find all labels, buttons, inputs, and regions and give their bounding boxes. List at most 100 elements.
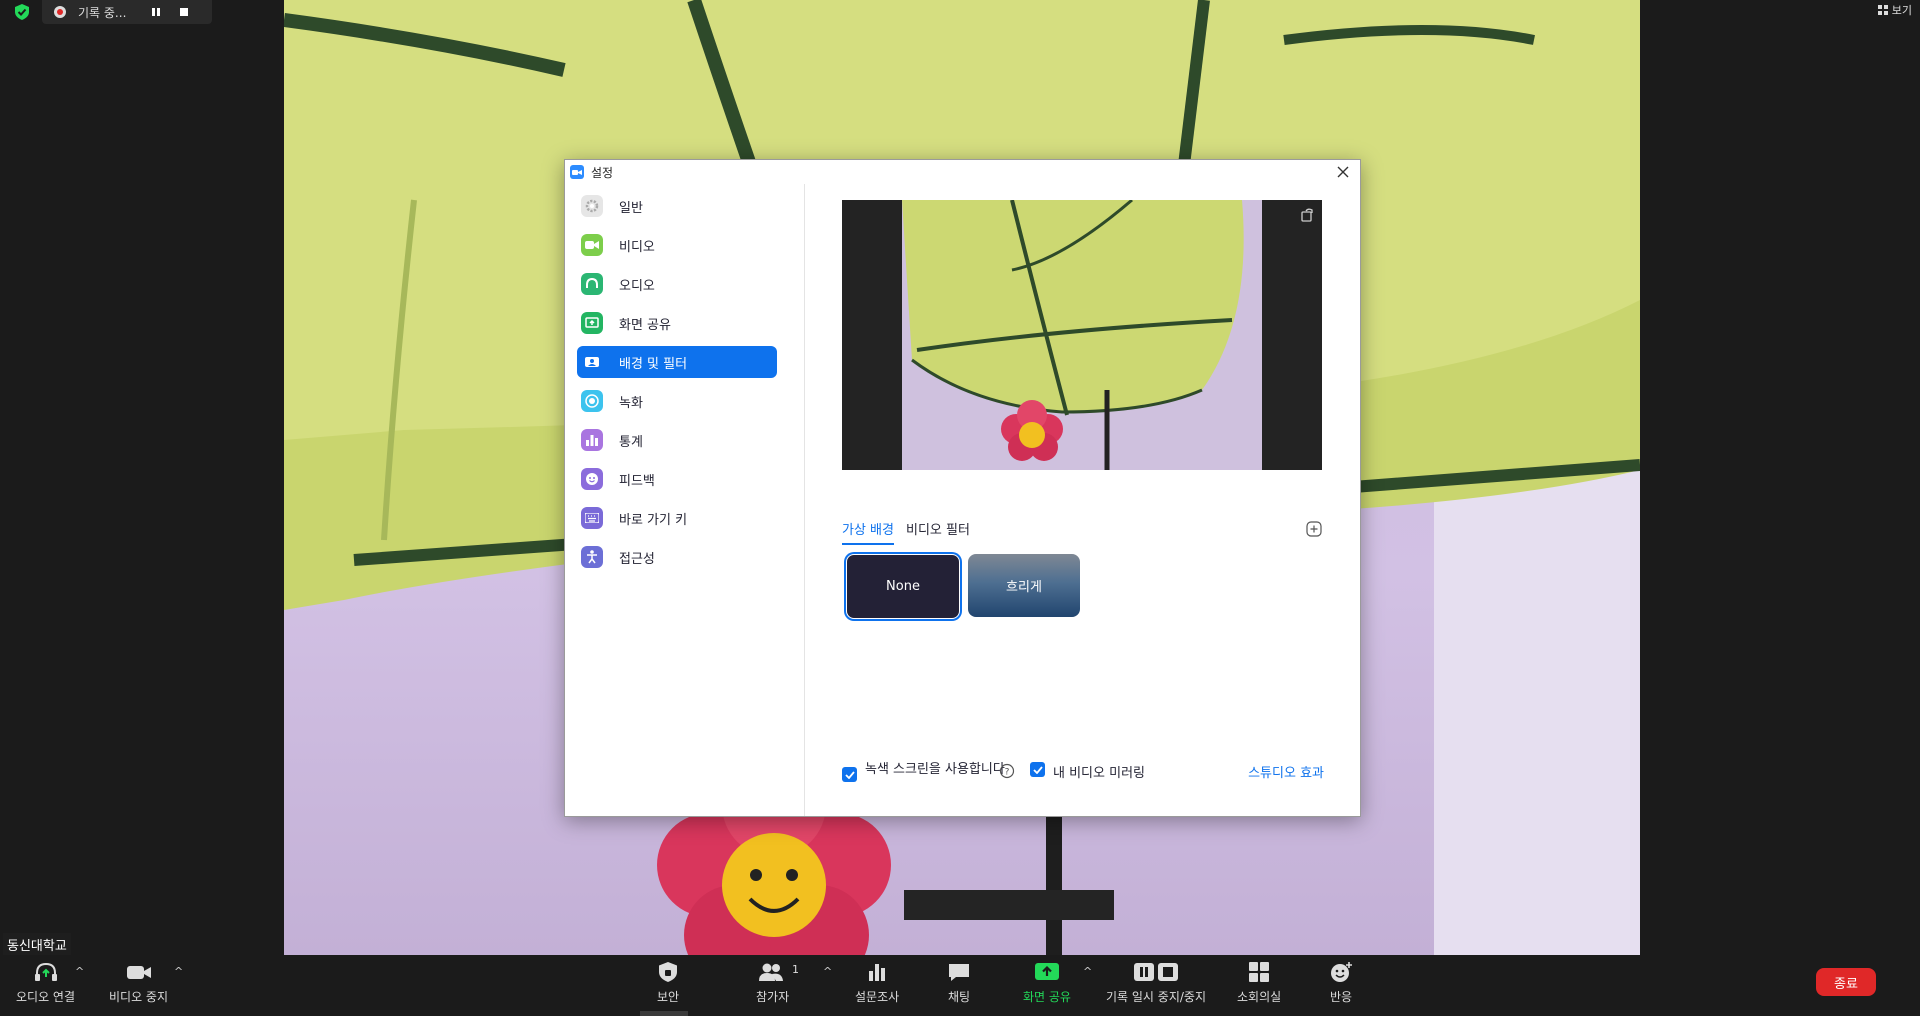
background-none-label: None bbox=[886, 579, 920, 594]
record-label: 기록 일시 중지/중지 bbox=[1106, 990, 1206, 1004]
nav-share-screen[interactable]: 화면 공유 bbox=[577, 307, 777, 339]
camera-icon bbox=[126, 966, 151, 979]
participants-label: 참가자 bbox=[756, 990, 790, 1004]
close-icon bbox=[1337, 166, 1349, 178]
nav-label: 통계 bbox=[619, 434, 643, 450]
background-tabs: 가상 배경 비디오 필터 bbox=[842, 519, 970, 545]
share-options-caret[interactable]: ^ bbox=[1083, 965, 1092, 978]
nav-feedback[interactable]: 피드백 bbox=[577, 463, 777, 495]
participant-name-tag: 동신대학교 bbox=[3, 933, 71, 956]
nav-background-filters[interactable]: 배경 및 필터 bbox=[577, 346, 777, 378]
zoom-app-icon bbox=[570, 165, 584, 179]
background-icon bbox=[581, 351, 603, 373]
participants-icon bbox=[758, 963, 783, 981]
nav-label: 녹화 bbox=[619, 395, 643, 411]
close-button[interactable] bbox=[1334, 163, 1352, 181]
record-icon bbox=[581, 390, 603, 412]
nav-recording[interactable]: 녹화 bbox=[577, 385, 777, 417]
security-label: 보안 bbox=[657, 990, 680, 1004]
nav-general[interactable]: 일반 bbox=[577, 190, 777, 222]
keyboard-icon bbox=[581, 507, 603, 529]
nav-video[interactable]: 비디오 bbox=[577, 229, 777, 261]
accessibility-icon bbox=[581, 546, 603, 568]
studio-effects-link[interactable]: 스튜디오 효과 bbox=[1248, 762, 1324, 781]
gear-icon bbox=[581, 195, 603, 217]
grid-view-icon bbox=[1877, 5, 1888, 15]
toolbar-drag-handle bbox=[640, 1011, 688, 1016]
meeting-toolbar: 오디오 연결 ^ 비디오 중지 ^ 보안 참가자 1 ^ 설문조사 채팅 화면 … bbox=[0, 955, 1920, 1016]
record-pause-stop-button[interactable]: 기록 일시 중지/중지 bbox=[1106, 961, 1206, 1005]
stop-icon bbox=[180, 8, 188, 16]
mirror-video-option: 내 비디오 미러링 bbox=[1030, 762, 1145, 781]
smile-icon bbox=[581, 468, 603, 490]
nav-label: 일반 bbox=[619, 200, 643, 216]
reaction-smile-icon bbox=[1331, 962, 1352, 982]
pause-icon bbox=[152, 8, 160, 16]
green-screen-checkbox[interactable] bbox=[842, 767, 857, 782]
recording-label: 기록 중... bbox=[78, 5, 127, 20]
add-background-icon[interactable] bbox=[1306, 521, 1322, 537]
video-label: 비디오 중지 bbox=[109, 990, 169, 1004]
reactions-label: 반응 bbox=[1329, 990, 1353, 1004]
recording-status-bar: 기록 중... bbox=[42, 0, 212, 24]
help-icon[interactable]: ? bbox=[999, 763, 1015, 779]
headphones-icon bbox=[581, 273, 603, 295]
background-blur[interactable]: 흐리게 bbox=[968, 554, 1080, 617]
headphones-icon bbox=[34, 962, 57, 981]
view-button[interactable]: 보기 bbox=[1877, 2, 1912, 18]
nav-label: 오디오 bbox=[619, 278, 655, 294]
video-gutter-right bbox=[1640, 0, 1920, 955]
end-meeting-button[interactable]: 종료 bbox=[1816, 968, 1876, 996]
participants-button[interactable]: 참가자 bbox=[756, 961, 789, 1005]
green-screen-label: 녹색 스크린을 사용합니다 bbox=[865, 762, 1005, 777]
nav-label: 피드백 bbox=[619, 473, 655, 489]
bar-chart-icon bbox=[869, 964, 886, 981]
mirror-video-label: 내 비디오 미러링 bbox=[1053, 766, 1145, 781]
breakout-rooms-label: 소회의실 bbox=[1237, 990, 1282, 1004]
video-button[interactable]: 비디오 중지 bbox=[109, 961, 168, 1005]
share-screen-button[interactable]: 화면 공유 bbox=[1023, 961, 1071, 1005]
dialog-titlebar: 설정 bbox=[565, 160, 1360, 184]
audio-button[interactable]: 오디오 연결 bbox=[16, 961, 75, 1005]
nav-label: 비디오 bbox=[619, 239, 655, 255]
nav-label: 배경 및 필터 bbox=[619, 356, 688, 372]
view-label: 보기 bbox=[1891, 4, 1912, 17]
nav-label: 바로 가기 키 bbox=[619, 512, 688, 528]
video-options-caret[interactable]: ^ bbox=[174, 965, 183, 978]
background-none[interactable]: None bbox=[846, 554, 960, 619]
tab-video-filter[interactable]: 비디오 필터 bbox=[906, 519, 970, 545]
audio-options-caret[interactable]: ^ bbox=[75, 965, 84, 978]
stop-recording-button[interactable] bbox=[174, 2, 194, 22]
share-screen-icon bbox=[581, 312, 603, 334]
background-blur-label: 흐리게 bbox=[1006, 580, 1042, 595]
mirror-video-checkbox[interactable] bbox=[1030, 762, 1045, 777]
rotate-video-icon[interactable] bbox=[1300, 207, 1316, 223]
breakout-rooms-button[interactable]: 소회의실 bbox=[1237, 961, 1281, 1005]
record-controls-icon bbox=[1134, 963, 1178, 981]
checkmark-icon bbox=[1032, 765, 1043, 774]
breakout-rooms-icon bbox=[1249, 962, 1270, 982]
end-meeting-label: 종료 bbox=[1834, 976, 1858, 992]
pause-recording-button[interactable] bbox=[146, 2, 166, 22]
chat-icon bbox=[949, 964, 969, 981]
share-screen-label: 화면 공유 bbox=[1023, 990, 1071, 1004]
security-button[interactable]: 보안 bbox=[657, 961, 679, 1005]
polls-button[interactable]: 설문조사 bbox=[855, 961, 899, 1005]
green-screen-option: 녹색 스크린을 사용합니다 bbox=[842, 762, 1012, 782]
tab-virtual-background[interactable]: 가상 배경 bbox=[842, 519, 894, 545]
encryption-shield-icon bbox=[15, 4, 29, 20]
camera-icon bbox=[581, 234, 603, 256]
svg-text:?: ? bbox=[1005, 768, 1010, 778]
nav-keyboard-shortcuts[interactable]: 바로 가기 키 bbox=[577, 502, 777, 534]
chat-button[interactable]: 채팅 bbox=[947, 961, 971, 1005]
polls-label: 설문조사 bbox=[855, 990, 900, 1004]
participants-options-caret[interactable]: ^ bbox=[823, 965, 832, 978]
reactions-button[interactable]: 반응 bbox=[1329, 961, 1353, 1005]
nav-statistics[interactable]: 통계 bbox=[577, 424, 777, 456]
recording-dot-icon bbox=[54, 6, 66, 18]
nav-accessibility[interactable]: 접근성 bbox=[577, 541, 777, 573]
participants-count: 1 bbox=[792, 963, 799, 976]
nav-label: 화면 공유 bbox=[619, 317, 671, 333]
checkmark-icon bbox=[844, 770, 855, 779]
nav-audio[interactable]: 오디오 bbox=[577, 268, 777, 300]
